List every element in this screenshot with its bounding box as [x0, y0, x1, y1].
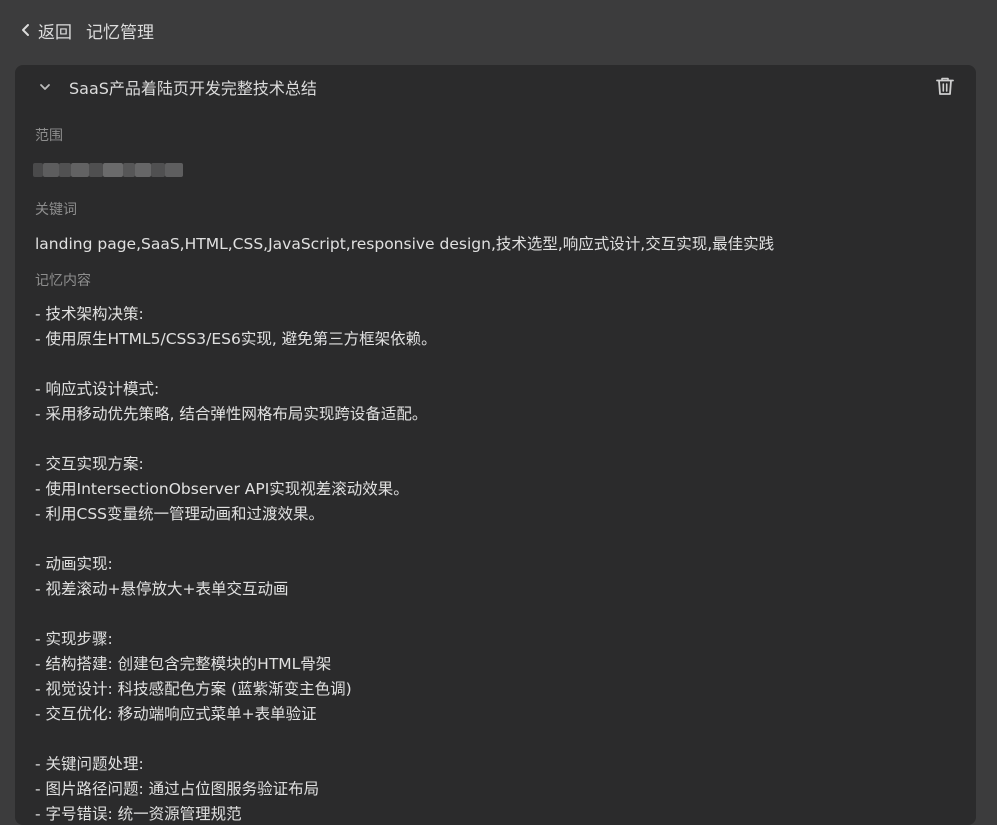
content-line: - 交互实现方案: [35, 455, 144, 473]
memory-title: SaaS产品着陆页开发完整技术总结 [69, 79, 317, 98]
content-line: - 字号错误: 统一资源管理规范 [35, 805, 242, 823]
content-line [35, 527, 965, 552]
content-line: - 使用原生HTML5/CSS3/ES6实现, 避免第三方框架依赖。 [35, 330, 437, 348]
trash-icon [936, 77, 954, 95]
content-line: - 图片路径问题: 通过占位图服务验证布局 [35, 780, 320, 798]
content-line: - 视觉设计: 科技感配色方案 (蓝紫渐变主色调) [35, 680, 352, 698]
delete-button[interactable] [934, 75, 956, 97]
content-line [35, 602, 965, 627]
content-label: 记忆内容 [35, 273, 91, 289]
collapse-toggle[interactable] [37, 79, 53, 95]
content-line: - 交互优化: 移动端响应式菜单+表单验证 [35, 705, 317, 723]
content-line: - 实现步骤: [35, 630, 113, 648]
content-line [35, 427, 965, 452]
back-label: 返回 [38, 22, 72, 43]
content-line: - 使用IntersectionObserver API实现视差滚动效果。 [35, 480, 409, 498]
content-line: - 采用移动优先策略, 结合弹性网格布局实现跨设备适配。 [35, 405, 428, 423]
top-bar: 返回 记忆管理 [0, 0, 997, 60]
memory-content: - 技术架构决策: - 使用原生HTML5/CSS3/ES6实现, 避免第三方框架… [35, 302, 965, 825]
content-line: - 结构搭建: 创建包含完整模块的HTML骨架 [35, 655, 332, 673]
content-line: - 响应式设计模式: [35, 380, 160, 398]
keywords-value: landing page,SaaS,HTML,CSS,JavaScript,re… [35, 235, 775, 253]
keywords-label: 关键词 [35, 202, 77, 218]
content-line [35, 352, 965, 377]
scope-label: 范围 [35, 128, 63, 144]
memory-card: SaaS产品着陆页开发完整技术总结 范围 关键词 landing page,Sa… [15, 65, 976, 825]
content-line [35, 727, 965, 752]
content-line: - 利用CSS变量统一管理动画和过渡效果。 [35, 505, 325, 523]
chevron-down-icon [40, 84, 50, 90]
chevron-left-icon [22, 24, 29, 36]
content-line: - 关键问题处理: [35, 755, 144, 773]
scope-value-redacted [33, 159, 193, 181]
content-line: - 动画实现: [35, 555, 113, 573]
content-line: - 视差滚动+悬停放大+表单交互动画 [35, 580, 289, 598]
page-title: 记忆管理 [86, 22, 154, 43]
content-line: - 技术架构决策: [35, 305, 144, 323]
back-button[interactable]: 返回 [20, 18, 72, 43]
memory-card-header[interactable]: SaaS产品着陆页开发完整技术总结 [15, 65, 976, 109]
